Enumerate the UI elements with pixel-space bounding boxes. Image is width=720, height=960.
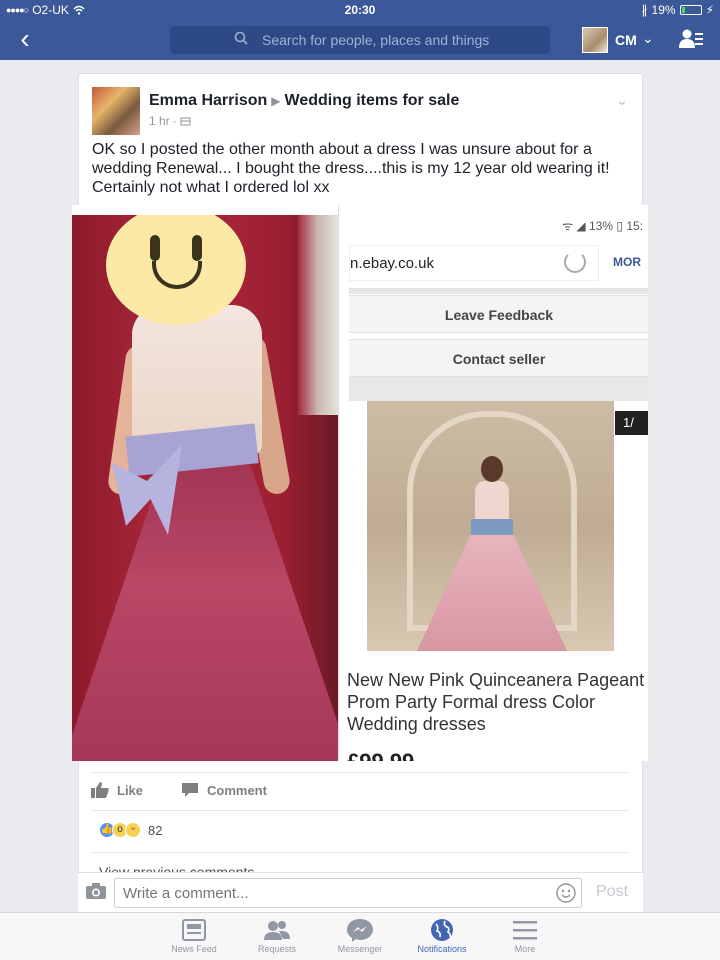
listing-title: New New Pink Quinceanera Pageant Prom Pa… xyxy=(347,670,645,734)
tab-requests[interactable]: Requests xyxy=(237,918,317,954)
eye-left xyxy=(150,235,160,261)
bluetooth-icon: ∦ xyxy=(641,3,648,17)
search-placeholder: Search for people, places and things xyxy=(262,32,490,48)
dress-photo[interactable] xyxy=(72,215,338,761)
messenger-icon xyxy=(347,919,373,942)
post-text: OK so I posted the other month about a d… xyxy=(92,141,610,196)
charging-icon: ⚡ xyxy=(705,3,714,17)
dress-skirt xyxy=(72,465,338,761)
listing-price: £99.99 xyxy=(347,749,414,761)
post-header: Emma Harrison ▶ Wedding items for sale xyxy=(149,92,459,110)
meta-separator: · xyxy=(172,114,177,128)
model-head xyxy=(481,456,503,482)
eye-right xyxy=(192,235,202,261)
search-icon xyxy=(234,31,248,45)
image-counter: 1/ xyxy=(615,411,648,435)
comment-input[interactable] xyxy=(114,878,582,908)
embedded-time: 15: xyxy=(626,219,643,233)
contact-seller-button: Contact seller xyxy=(349,339,648,377)
author-name[interactable]: Emma Harrison xyxy=(149,92,267,109)
battery-percent: 19% xyxy=(651,3,676,17)
gown-sash xyxy=(471,519,513,535)
post-menu-icon[interactable]: ⌄ xyxy=(616,92,628,109)
tab-news-feed[interactable]: News Feed xyxy=(154,918,234,954)
post-comment-button[interactable]: Post xyxy=(596,883,628,901)
divider xyxy=(91,810,629,811)
profile-avatar[interactable] xyxy=(582,27,608,53)
tab-messenger[interactable]: Messenger xyxy=(320,918,400,954)
emoji-icon[interactable] xyxy=(556,883,576,903)
news-feed-icon xyxy=(182,919,206,941)
listing-photo xyxy=(367,401,614,651)
tab-label: Notifications xyxy=(417,944,467,954)
nav-row: ‹ Search for people, places and things C… xyxy=(0,22,720,58)
back-button[interactable]: ‹ xyxy=(10,24,40,56)
comment-button[interactable]: Comment xyxy=(181,782,267,798)
embedded-battery: 13% xyxy=(589,219,614,233)
tab-bar: News Feed Requests Messenger Notificatio… xyxy=(0,912,720,960)
post-meta: 1 hr · xyxy=(149,114,191,128)
author-avatar[interactable] xyxy=(92,87,140,135)
group-privacy-icon xyxy=(180,117,191,126)
globe-icon xyxy=(431,919,453,941)
search-input[interactable]: Search for people, places and things xyxy=(170,26,550,54)
reload-icon xyxy=(564,251,586,273)
group-name[interactable]: Wedding items for sale xyxy=(285,92,460,109)
battery-fill xyxy=(681,7,685,13)
embedded-url-bar: n.ebay.co.uk xyxy=(349,245,599,281)
battery-group: ∦ 19% ⚡ xyxy=(642,3,714,17)
ebay-screenshot[interactable]: ᯤ ◢ 13% ▯ 15: n.ebay.co.uk MOR Leave Fee… xyxy=(338,205,648,761)
thumbs-up-icon xyxy=(91,782,109,798)
menu-icon xyxy=(513,921,537,940)
divider xyxy=(91,772,629,773)
like-button[interactable]: Like xyxy=(91,782,143,798)
comment-bar: Post xyxy=(78,872,643,912)
post-time[interactable]: 1 hr xyxy=(149,114,170,128)
comment-label: Comment xyxy=(207,782,267,798)
top-bar: ●●●●○ O2-UK 20:30 ∦ 19% ⚡ ‹ Search for p… xyxy=(0,0,720,60)
curtain xyxy=(298,215,338,415)
mouth xyxy=(152,261,202,289)
requests-icon xyxy=(264,921,290,940)
divider xyxy=(91,852,629,853)
battery-icon xyxy=(679,5,702,15)
embedded-more-label: MOR xyxy=(613,255,641,269)
status-time: 20:30 xyxy=(344,3,376,17)
like-label: Like xyxy=(117,782,144,798)
tab-more[interactable]: More xyxy=(485,918,565,954)
leave-feedback-button: Leave Feedback xyxy=(349,295,648,333)
post-photo[interactable]: ᯤ ◢ 13% ▯ 15: n.ebay.co.uk MOR Leave Fee… xyxy=(72,205,648,761)
speech-bubble-icon xyxy=(182,783,198,797)
friend-requests-icon[interactable] xyxy=(678,26,704,52)
embedded-gap xyxy=(349,377,648,401)
embedded-divider xyxy=(349,288,648,294)
tab-label: News Feed xyxy=(171,944,217,954)
profile-initials[interactable]: CM xyxy=(615,32,637,48)
reaction-count: 82 xyxy=(148,822,163,838)
chevron-down-icon[interactable]: ⌄ xyxy=(642,30,654,47)
tab-label: Requests xyxy=(257,944,297,954)
reactions-summary[interactable]: 👍 o ᵕ 82 xyxy=(99,822,162,838)
status-bar: ●●●●○ O2-UK 20:30 ∦ 19% ⚡ xyxy=(0,0,720,20)
haha-reaction-icon: ᵕ xyxy=(125,822,141,838)
tab-notifications[interactable]: Notifications xyxy=(402,918,482,954)
embedded-wifi-icon: ᯤ ◢ xyxy=(562,219,589,233)
arrow-right-icon: ▶ xyxy=(271,94,281,108)
embedded-status-bar: ᯤ ◢ 13% ▯ 15: xyxy=(562,219,643,233)
camera-icon[interactable] xyxy=(86,883,106,899)
tab-label: Messenger xyxy=(337,944,383,954)
tab-label: More xyxy=(514,944,536,954)
